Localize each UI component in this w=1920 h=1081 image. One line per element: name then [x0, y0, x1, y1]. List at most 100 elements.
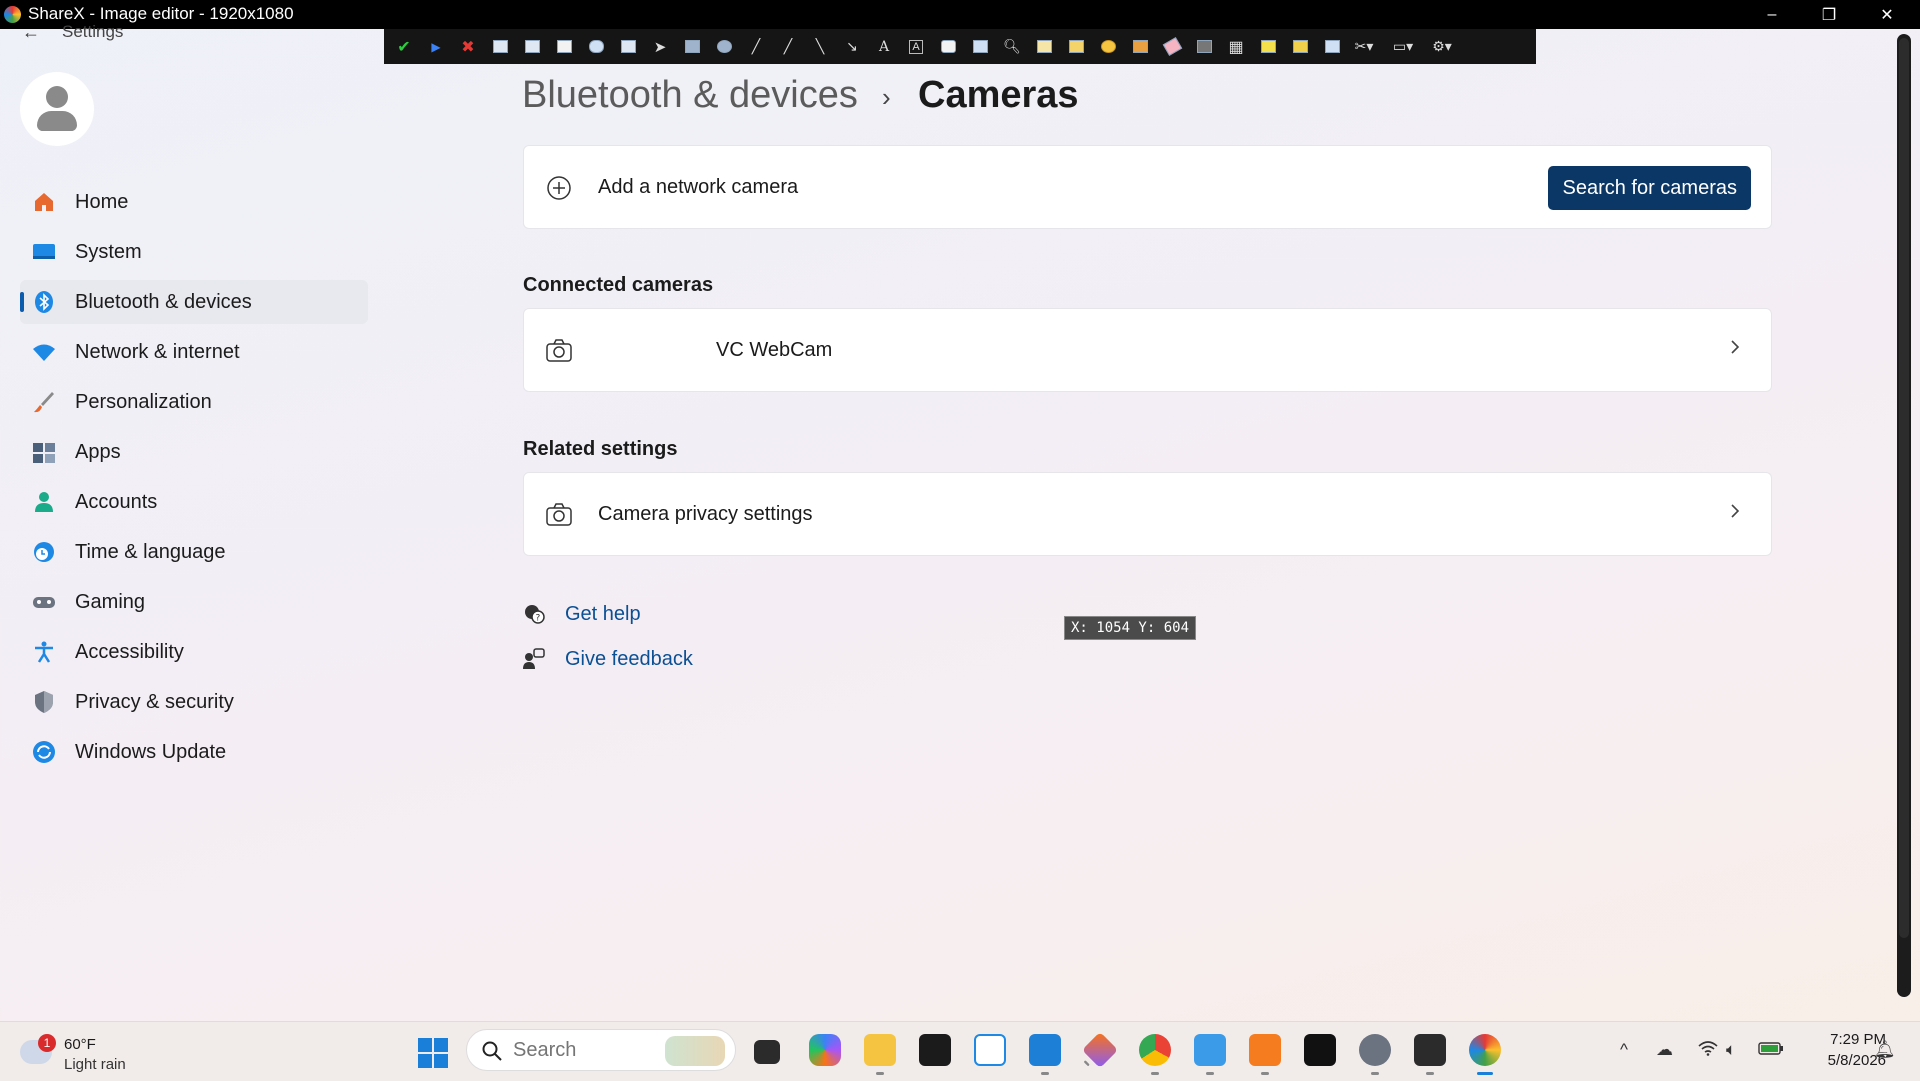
terminal-dark-icon[interactable]: [919, 1034, 951, 1066]
taskbar: 1 60°F Light rain ^ ☁ 🔈︎ 7:29 PM 5/8/202…: [0, 1021, 1920, 1081]
smart-eraser-icon[interactable]: ╱: [778, 37, 798, 57]
start-button[interactable]: [418, 1038, 448, 1068]
maximize-button[interactable]: ❐: [1800, 0, 1858, 29]
save-as-icon[interactable]: [522, 37, 542, 57]
copilot-icon[interactable]: [809, 1034, 841, 1066]
cursor-icon[interactable]: ➤: [650, 37, 670, 57]
speech-balloon-icon[interactable]: [938, 37, 958, 57]
step-icon[interactable]: [970, 37, 990, 57]
back-button[interactable]: ←: [22, 22, 40, 43]
tools-dropdown-icon[interactable]: ✂▾: [1354, 37, 1374, 57]
sidebar-item-system[interactable]: System: [20, 230, 368, 274]
sharex-icon[interactable]: [1469, 1034, 1501, 1075]
text-background-icon[interactable]: A: [906, 37, 926, 57]
sidebar-item-bluetooth[interactable]: Bluetooth & devices: [20, 280, 368, 324]
highlight-icon[interactable]: [1258, 37, 1278, 57]
breadcrumb-parent[interactable]: Bluetooth & devices: [522, 74, 858, 117]
camera-item-vc-webcam[interactable]: VC WebCam: [523, 308, 1772, 392]
copy-icon[interactable]: [554, 37, 574, 57]
sharex-app-icon: [4, 6, 21, 23]
get-help-link[interactable]: ? Get help: [523, 599, 641, 629]
chevron-right-icon: [1729, 501, 1741, 527]
file-explorer-icon[interactable]: [754, 1040, 780, 1064]
settings-dropdown-icon[interactable]: ▭▾: [1386, 37, 1420, 57]
chevron-right-icon: ›: [882, 82, 891, 112]
cancel-icon[interactable]: ✖: [458, 37, 478, 57]
cursor-insert-icon[interactable]: [1130, 37, 1150, 57]
sticker-icon[interactable]: [1066, 37, 1086, 57]
confirm-icon[interactable]: ✔: [394, 37, 414, 57]
git-icon[interactable]: [1081, 1031, 1119, 1069]
cut-out-icon[interactable]: [1322, 37, 1342, 57]
rectangle-icon[interactable]: [682, 37, 702, 57]
blur-icon[interactable]: [1194, 37, 1214, 57]
text-icon[interactable]: A: [874, 37, 894, 57]
continue-icon[interactable]: ▶: [426, 37, 446, 57]
settings-app-title: Settings: [62, 22, 124, 41]
sidebar-item-home[interactable]: Home: [20, 180, 368, 224]
xampp-icon[interactable]: [1249, 1034, 1281, 1075]
weather-temperature: 60°F: [64, 1036, 96, 1053]
sidebar-item-gaming[interactable]: Gaming: [20, 580, 368, 624]
scrollbar-thumb[interactable]: [1899, 38, 1909, 938]
sidebar-item-label: Bluetooth & devices: [75, 290, 252, 313]
chrome-icon[interactable]: [1139, 1034, 1171, 1075]
accounts-icon: [32, 490, 56, 514]
gear-icon[interactable]: ⚙▾: [1432, 37, 1452, 57]
vscode-icon[interactable]: [1029, 1034, 1061, 1075]
folder-icon[interactable]: [864, 1034, 896, 1075]
close-button[interactable]: ✕: [1858, 0, 1916, 29]
upload-icon[interactable]: [586, 37, 606, 57]
volume-icon[interactable]: 🔈︎: [1726, 1040, 1736, 1060]
sidebar-item-network[interactable]: Network & internet: [20, 330, 368, 374]
magnify-icon[interactable]: 🔍︎: [1002, 37, 1022, 57]
connected-cameras-heading: Connected cameras: [523, 274, 714, 296]
sidebar-item-accessibility[interactable]: Accessibility: [20, 630, 368, 674]
wifi-icon[interactable]: [1698, 1040, 1718, 1061]
save-icon[interactable]: [490, 37, 510, 57]
sidebar-item-label: Accounts: [75, 490, 158, 513]
line-icon[interactable]: ╲: [810, 37, 830, 57]
camera-privacy-label: Camera privacy settings: [598, 503, 813, 525]
sidebar-item-label: Time & language: [75, 540, 226, 563]
crop-icon[interactable]: [1290, 37, 1310, 57]
search-input[interactable]: [511, 1038, 635, 1063]
give-feedback-link[interactable]: Give feedback: [523, 644, 693, 674]
scrollbar[interactable]: [1897, 34, 1911, 997]
image-icon[interactable]: [1034, 37, 1054, 57]
search-for-cameras-button[interactable]: Search for cameras: [1548, 166, 1751, 210]
battery-icon[interactable]: [1758, 1040, 1784, 1061]
sidebar-item-time-language[interactable]: Time & language: [20, 530, 368, 574]
sidebar-item-windows-update[interactable]: Windows Update: [20, 730, 368, 774]
shield-icon: [32, 690, 56, 714]
eraser-icon[interactable]: [1162, 37, 1182, 57]
sidebar-item-label: Apps: [75, 440, 121, 463]
weather-widget[interactable]: 1 60°F Light rain: [20, 1030, 180, 1074]
freehand-icon[interactable]: ╱: [746, 37, 766, 57]
emoji-icon[interactable]: [1098, 37, 1118, 57]
globe-clock-icon: [32, 540, 56, 564]
avatar[interactable]: [20, 72, 94, 146]
snipping-tool-icon[interactable]: [974, 1034, 1006, 1066]
cloud-sync-icon[interactable]: ☁: [1656, 1040, 1673, 1060]
ellipse-icon[interactable]: [714, 37, 734, 57]
show-hidden-icons-button[interactable]: ^: [1620, 1040, 1628, 1060]
notepad-icon[interactable]: [1194, 1034, 1226, 1075]
sidebar-item-label: Privacy & security: [75, 690, 234, 713]
camera-icon: [546, 502, 572, 528]
print-icon[interactable]: [618, 37, 638, 57]
capcut-icon[interactable]: [1304, 1034, 1336, 1066]
weather-notification-badge: 1: [38, 1034, 56, 1052]
sidebar-item-personalization[interactable]: Personalization: [20, 380, 368, 424]
taskbar-search[interactable]: [466, 1029, 736, 1071]
terminal-icon[interactable]: [1414, 1034, 1446, 1075]
camera-privacy-settings-item[interactable]: Camera privacy settings: [523, 472, 1772, 556]
arrow-icon[interactable]: ↘: [842, 37, 862, 57]
settings-icon[interactable]: [1359, 1034, 1391, 1075]
sidebar-item-accounts[interactable]: Accounts: [20, 480, 368, 524]
notification-bell-icon[interactable]: 🔔︎: [1874, 1040, 1896, 1060]
sidebar-item-apps[interactable]: Apps: [20, 430, 368, 474]
sidebar-item-privacy[interactable]: Privacy & security: [20, 680, 368, 724]
minimize-button[interactable]: –: [1743, 0, 1801, 29]
pixelate-icon[interactable]: ▦: [1226, 37, 1246, 57]
